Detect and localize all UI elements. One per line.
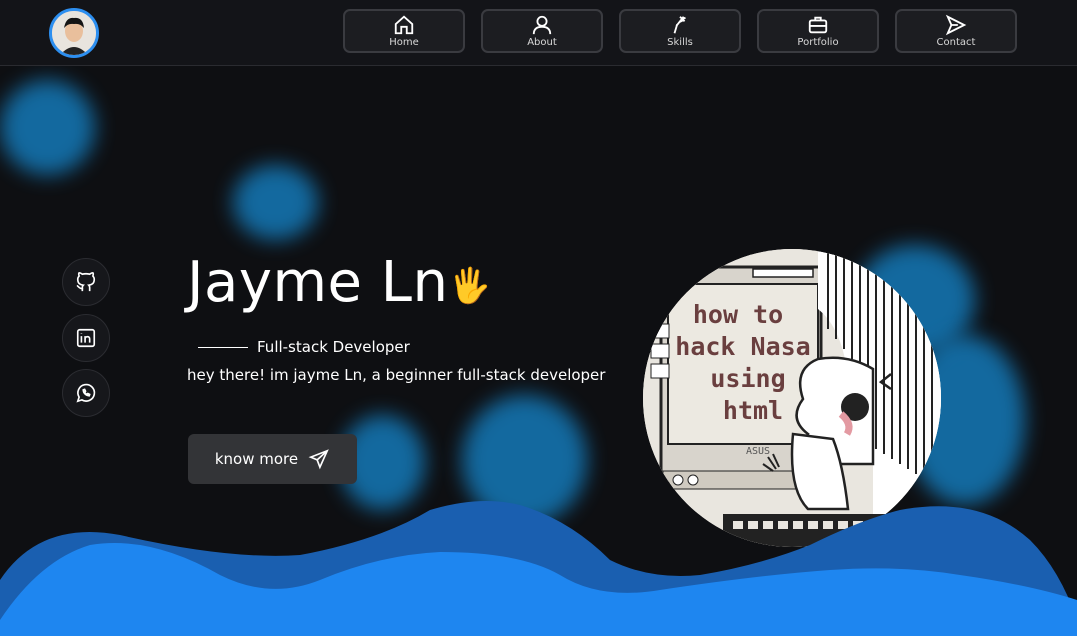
bottom-waves bbox=[0, 501, 1077, 636]
